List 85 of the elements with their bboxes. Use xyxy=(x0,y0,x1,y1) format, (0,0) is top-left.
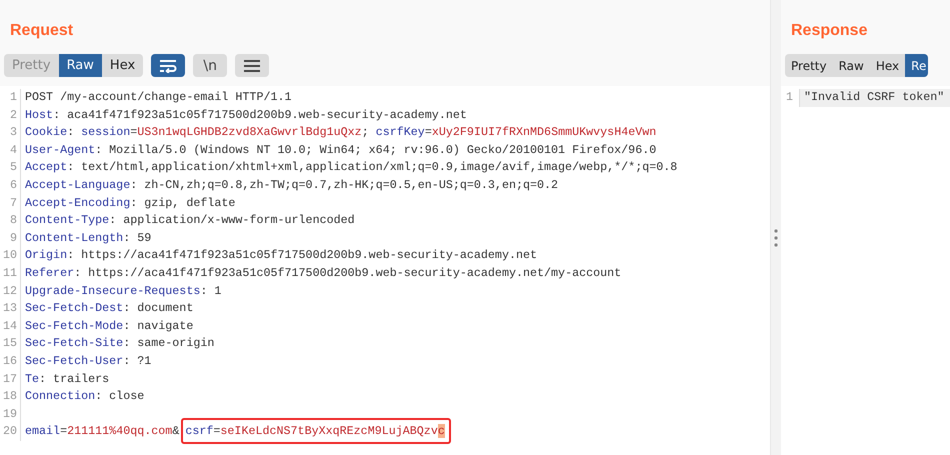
code-text: : document xyxy=(123,301,194,316)
param-name: Origin xyxy=(25,248,68,262)
menu-icon xyxy=(244,60,260,72)
line-number: 7 xyxy=(0,194,21,212)
menu-button[interactable] xyxy=(235,54,270,77)
param-name: Sec-Fetch-Dest xyxy=(25,301,124,316)
code-text: : text/html,application/xhtml+xml,application/xml;q=0.9,image/avif,image/webp,*/*;q=0.8 xyxy=(67,160,678,174)
param-name: Accept-Encoding xyxy=(25,196,130,210)
param-name: Content-Length xyxy=(25,230,124,245)
code-text: : application/x-www-form-urlencoded xyxy=(109,213,355,228)
code-text: : xyxy=(67,125,76,140)
code-text: : https://aca41f471f923a51c05f717500d200b9.web-security-academy.net/my-account xyxy=(74,266,622,280)
code-text: = xyxy=(60,424,68,438)
param-name: Sec-Fetch-User xyxy=(25,354,124,368)
drag-handle-icon[interactable] xyxy=(774,228,778,246)
panel-title: Response xyxy=(791,21,868,41)
line-number: 5 xyxy=(0,159,21,177)
param-name: Accept-Language xyxy=(25,178,130,192)
view-tab[interactable]: Raw xyxy=(832,54,870,77)
selected-text: c xyxy=(438,424,445,438)
line-number: 17 xyxy=(0,370,21,388)
line-number: 19 xyxy=(0,406,21,424)
code-text: = xyxy=(213,424,220,438)
line-number: 18 xyxy=(0,388,21,406)
line-number: 12 xyxy=(0,282,21,300)
param-name: Accept xyxy=(25,160,68,174)
param-name: User-Agent xyxy=(25,142,96,157)
param-value: US3n1wqLGHDB2zvd8XaGwvrlBdg1uQxz xyxy=(137,125,362,140)
param-name: Sec-Fetch-Mode xyxy=(25,318,124,333)
line-number: 1 xyxy=(0,89,21,107)
param-name: Cookie xyxy=(25,125,68,140)
code-text: & xyxy=(172,424,180,438)
code-text: = xyxy=(130,125,138,140)
param-name: csrf xyxy=(185,424,214,438)
line-number: 8 xyxy=(0,212,21,230)
code-text: : same-origin xyxy=(123,336,214,350)
param-name: Host xyxy=(25,108,54,122)
param-name: Sec-Fetch-Site xyxy=(25,336,124,350)
code-text: : 1 xyxy=(200,284,222,298)
line-number: 4 xyxy=(0,142,21,160)
show-newlines-button[interactable]: \n xyxy=(193,54,228,77)
line-number: 13 xyxy=(0,300,21,318)
param-name: Referer xyxy=(25,266,74,280)
view-tab[interactable]: Raw xyxy=(58,54,102,77)
param-name: csrfKey xyxy=(376,125,425,140)
param-value: 211111%40qq.com xyxy=(67,424,172,438)
line-number: 3 xyxy=(0,124,21,142)
param-name: Te xyxy=(25,372,40,386)
code-text: : close xyxy=(95,389,144,404)
code-text: : 59 xyxy=(123,230,152,245)
line-number: 20 xyxy=(0,423,21,441)
code-text: : ?1 xyxy=(123,354,152,368)
view-tab[interactable]: Hex xyxy=(870,54,906,77)
code-text: = xyxy=(424,125,432,140)
code-text: "Invalid CSRF token" xyxy=(804,90,944,104)
line-number: 16 xyxy=(0,352,21,370)
line-number: 15 xyxy=(0,335,21,353)
param-name: Connection xyxy=(25,389,96,404)
view-tab[interactable]: Hex xyxy=(102,54,144,77)
param-name: Upgrade-Insecure-Requests xyxy=(25,284,200,298)
line-number: 14 xyxy=(0,318,21,336)
line-number: 11 xyxy=(0,264,21,283)
code-text: POST /my-account/change-email HTTP/1.1 xyxy=(25,90,292,104)
view-tab[interactable]: Re xyxy=(905,54,928,77)
line-number: 6 xyxy=(0,176,21,195)
code-text: : aca41f471f923a51c05f717500d200b9.web-security-academy.net xyxy=(53,108,467,122)
line-number: 2 xyxy=(0,106,21,124)
param-name: session xyxy=(81,125,130,140)
line-number: 9 xyxy=(0,230,21,248)
code-text: : gzip, deflate xyxy=(130,196,236,210)
line-number: 10 xyxy=(0,247,21,265)
code-text: : Mozilla/5.0 (Windows NT 10.0; Win64; x64; rv:96.0) Gecko/20100101 Firefox/96.0 xyxy=(95,142,656,157)
panel-title: Request xyxy=(10,21,74,41)
param-name: Content-Type xyxy=(25,213,110,228)
code-text: : https://aca41f471f923a51c05f717500d200b9.web-security-academy.net xyxy=(67,248,538,262)
view-tab[interactable]: Pretty xyxy=(785,54,833,77)
code-text: : navigate xyxy=(123,318,194,333)
param-value: seIKeLdcNS7tByXxqREzcM9LujABQzv xyxy=(220,424,438,438)
code-text: ; xyxy=(362,125,370,140)
param-value: xUy2F9IUI7fRXnMD6SmmUKwvysH4eVwn xyxy=(432,125,656,140)
code-text: : trailers xyxy=(39,372,110,386)
wrap-lines-button[interactable] xyxy=(151,54,186,77)
param-name: email xyxy=(25,424,60,438)
wrap-icon xyxy=(159,58,178,72)
code-text: : zh-CN,zh;q=0.8,zh-TW;q=0.7,zh-HK;q=0.5,en-US;q=0.3,en;q=0.2 xyxy=(130,178,558,192)
